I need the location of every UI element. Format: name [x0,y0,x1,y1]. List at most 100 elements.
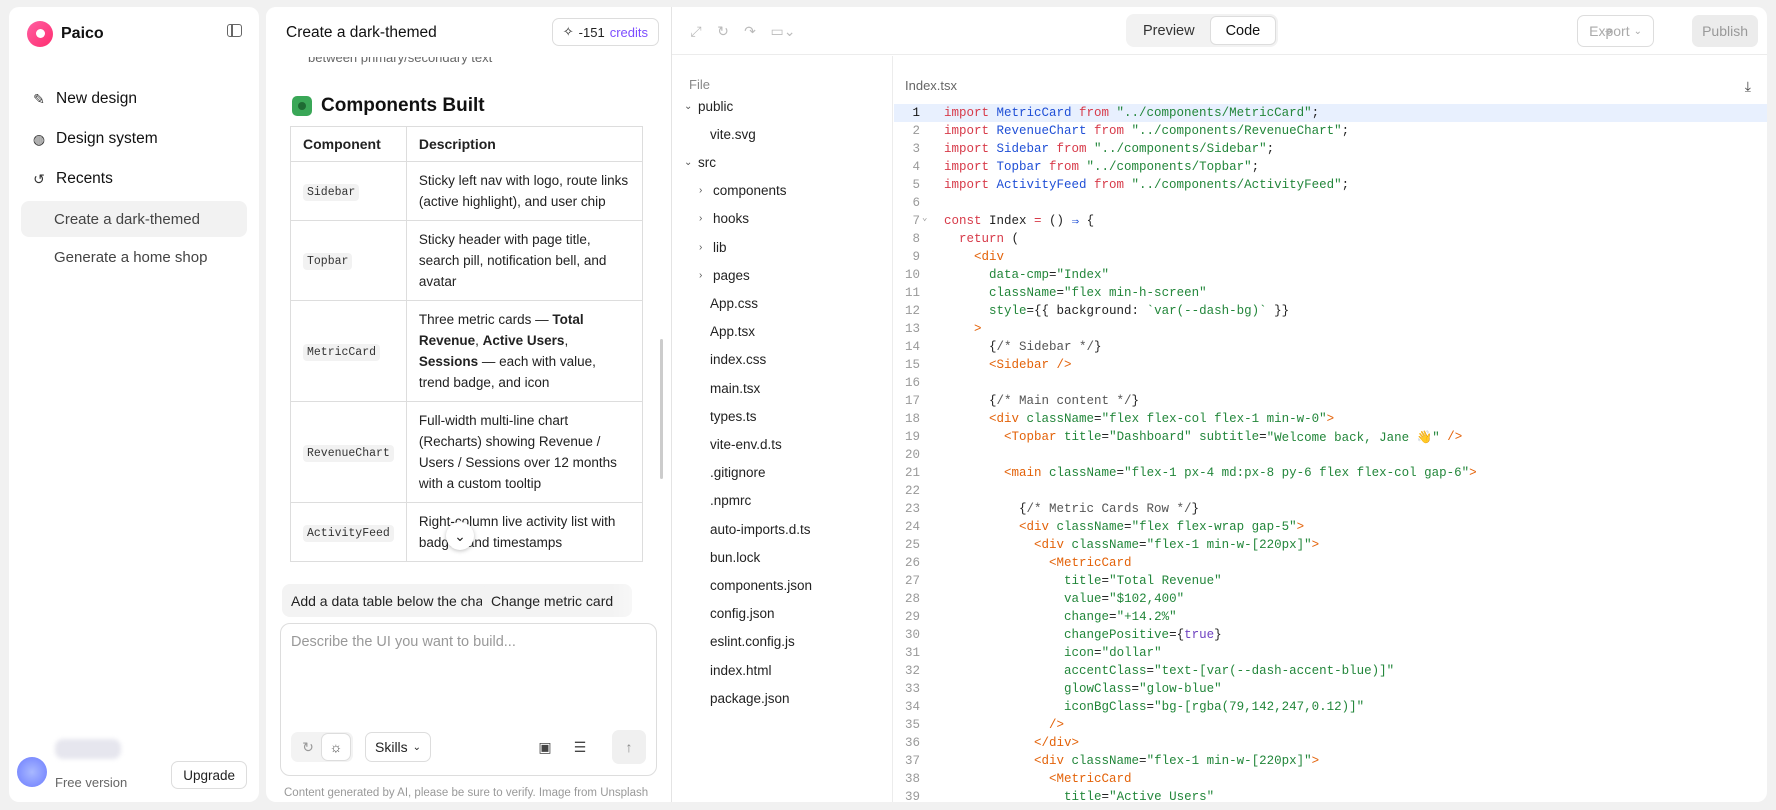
mode-toggle[interactable]: ↻ ☼ [291,732,353,762]
nav-design-system[interactable]: ◍ Design system [21,119,247,159]
upgrade-button[interactable]: Upgrade [171,761,247,789]
user-chip[interactable]: Free version [17,739,127,790]
lightbulb-icon[interactable]: ☼ [322,734,350,760]
code-token: data-cmp [989,268,1050,282]
folder-item[interactable]: › pages [699,265,750,285]
code-token: className [1026,412,1095,426]
code-token: "flex-1 min-w-[220px]" [1146,754,1312,768]
chat-scrollbar[interactable] [660,339,663,479]
logo[interactable]: Paico [27,21,104,47]
redo-icon[interactable]: ↷ [742,23,758,39]
code-token: className [1071,538,1140,552]
export-button[interactable]: Export ⌄ [1577,15,1654,47]
line-number: 2 [912,124,920,138]
file-item[interactable]: vite.svg [710,124,756,144]
code-line: 20 [894,446,1767,464]
code-token: = [1116,466,1125,480]
code-token: <Topbar [1004,430,1065,444]
folder-item[interactable]: ⌄ src [684,152,716,172]
file-item[interactable]: App.tsx [710,322,755,342]
folder-item[interactable]: › hooks [699,209,749,229]
code-panel: ⤢ ↻ ↷ ▭⌄ Preview Code ⌖ Export ⌄ Publish… [671,7,1767,802]
folder-item[interactable]: ⌄ public [684,96,733,116]
code-token: "../components/Sidebar" [1094,142,1267,156]
add-image-icon[interactable]: ▣ [531,732,559,762]
description-text: Three metric cards — [418,312,553,327]
folder-item[interactable]: › lib [699,237,727,257]
code-line: 12 style ={{ background: `var(--dash-bg)`… [894,302,1767,320]
ai-disclaimer: Content generated by AI, please be sure … [284,787,649,799]
tab-code[interactable]: Code [1209,16,1277,45]
suggestion-chip[interactable]: Add a data table below the chart [282,584,501,617]
file-item[interactable]: eslint.config.js [710,632,795,652]
code-token: ={{ background: [1026,304,1147,318]
line-number: 4 [912,160,920,174]
reload-icon[interactable]: ↻ [715,23,731,39]
tree-label: types.ts [710,408,757,424]
file-item[interactable]: .npmrc [710,491,751,511]
tab-preview[interactable]: Preview [1128,16,1210,45]
code-token: icon [1064,646,1095,660]
device-icon[interactable]: ▭⌄ [770,23,796,39]
file-item[interactable]: App.css [710,293,758,313]
code-line: 14 {/* Sidebar */} [894,338,1767,356]
code-token: = [1056,286,1065,300]
code-token: > [1311,754,1320,768]
code-token: from [1086,178,1132,192]
code-token: = [1101,430,1110,444]
code-line: 15 <Sidebar /> [894,356,1767,374]
code-line: 18 <div className = "flex flex-col flex-1 … [894,410,1767,428]
file-item[interactable]: components.json [710,575,812,595]
publish-button[interactable]: Publish [1692,15,1758,47]
sidebar-nav: ✎ New design ◍ Design system ↺ Recents C… [21,79,247,277]
components-table: Component Description Sidebar Sticky lef… [290,126,644,562]
chevron-down-icon: ⌄ [1633,25,1642,37]
prompt-input[interactable] [291,634,641,694]
code-token: /> [1439,430,1463,444]
folder-item[interactable]: › components [699,181,787,201]
file-item[interactable]: main.tsx [710,378,760,398]
credits-badge[interactable]: ✧ -151 credits [551,18,659,46]
scroll-down-button[interactable]: ⌄ [446,522,474,550]
code-line: 4 import Topbar from "../components/Topba… [894,158,1767,176]
code-token: "text-[var(--dash-accent-blue)]" [1154,664,1395,678]
code-token: <Sidebar /> [989,358,1072,372]
recent-item[interactable]: Generate a home shop [21,239,247,275]
code-token: Sidebar [996,142,1050,156]
nav-recents[interactable]: ↺ Recents [21,159,247,199]
send-button[interactable]: ↑ [612,730,646,764]
file-item[interactable]: auto-imports.d.ts [710,519,811,539]
file-item[interactable]: vite-env.d.ts [710,434,782,454]
tree-label: vite.svg [710,126,756,142]
code-line: 29 change = "+14.2%" [894,608,1767,626]
expand-icon[interactable]: ⤢ [688,23,704,39]
skills-dropdown[interactable]: Skills ⌄ [365,732,432,762]
sidebar-toggle-icon[interactable] [227,24,242,37]
nav-new-design[interactable]: ✎ New design [21,79,247,119]
file-item[interactable]: package.json [710,688,790,708]
line-number: 18 [904,412,920,426]
code-editor[interactable]: Index.tsx ⤓ 1 import MetricCard from "../… [894,56,1767,802]
file-item[interactable]: config.json [710,604,775,624]
code-token: "flex flex-wrap gap-5" [1131,520,1297,534]
line-number: 7 [912,214,920,228]
file-item[interactable]: index.css [710,350,766,370]
file-item[interactable]: index.html [710,660,772,680]
code-token: } [1131,394,1140,408]
download-icon[interactable]: ⤓ [1745,78,1751,95]
code-line: 2 import RevenueChart from "../components… [894,122,1767,140]
code-token: from [1049,142,1095,156]
recent-item[interactable]: Create a dark-themed [21,201,247,237]
refresh-icon[interactable]: ↻ [294,739,322,756]
file-item[interactable]: .gitignore [710,463,766,483]
fold-chevron-icon[interactable]: ⌄ [922,213,927,223]
file-item[interactable]: bun.lock [710,547,760,567]
code-token: "flex min-h-screen" [1064,286,1207,300]
code-line: 16 [894,374,1767,392]
attach-file-icon[interactable]: ☰ [566,732,594,762]
suggestion-chip[interactable]: Change metric card [482,584,632,617]
code-token: Topbar [996,160,1042,174]
file-item[interactable]: types.ts [710,406,757,426]
